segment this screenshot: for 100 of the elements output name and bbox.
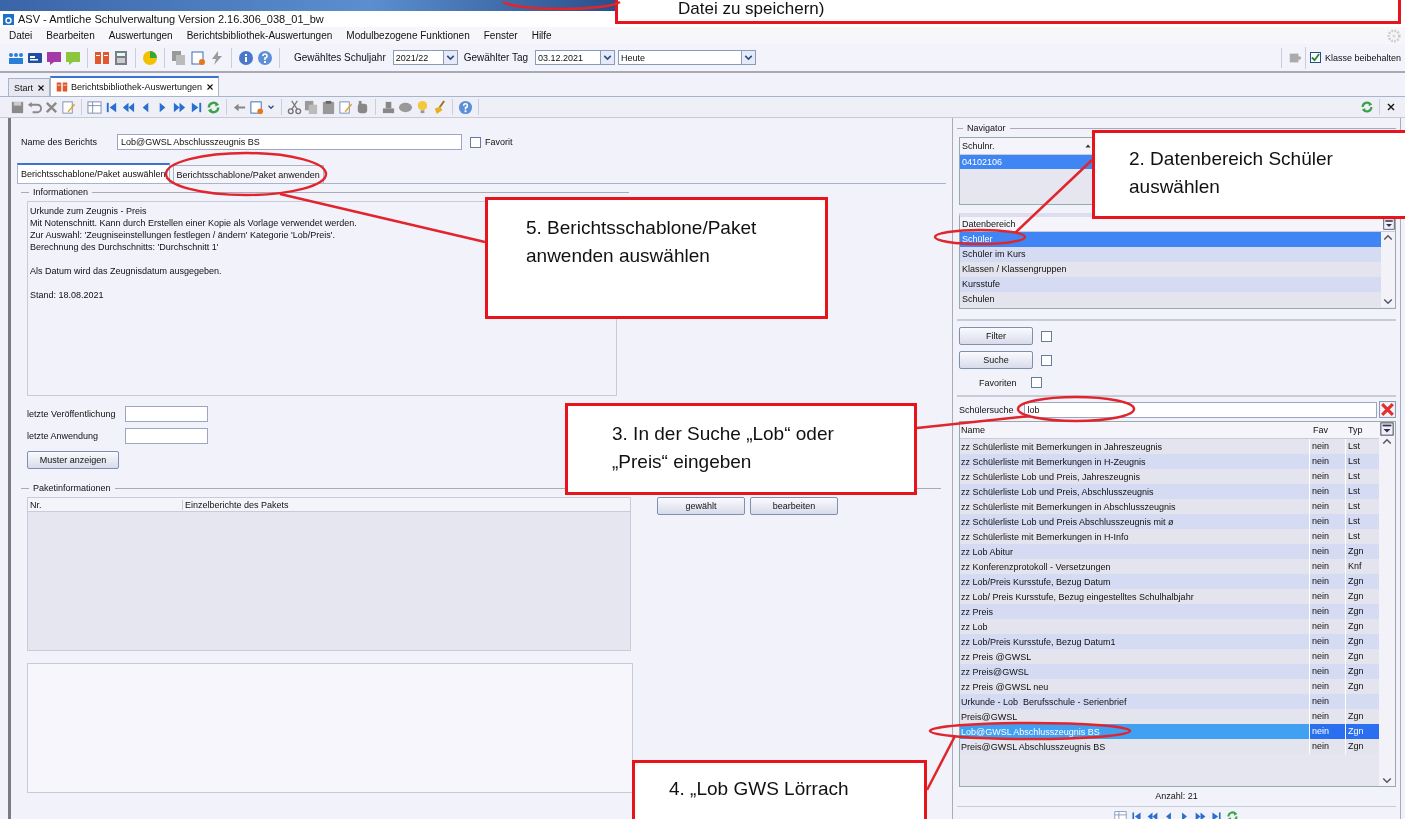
table-row[interactable]: zz Preis nein Zgn	[960, 604, 1379, 619]
help-icon[interactable]	[458, 99, 473, 115]
menu-item[interactable]: Berichtsbibliothek-Auswertungen	[186, 30, 333, 41]
group-title: Navigator	[967, 123, 1006, 133]
action-button[interactable]: gewählt	[657, 497, 745, 515]
lightning-icon[interactable]	[209, 49, 225, 66]
clipboard-icon[interactable]	[321, 99, 336, 115]
edit-icon[interactable]	[61, 99, 76, 115]
table-cell: nein	[1309, 724, 1345, 739]
broom-icon[interactable]	[432, 99, 447, 115]
table-row[interactable]: Urkunde - Lob Berufsschule - Serienbrief nein	[960, 694, 1379, 709]
checkbox[interactable]	[1309, 52, 1321, 63]
menu-item[interactable]: Auswertungen	[108, 30, 173, 41]
table-row[interactable]: zz Lob/Preis Kursstufe, Bezug Datum nein Zgn	[960, 574, 1379, 589]
report-name-field[interactable]: Lob@GWSL Abschlusszeugnis BS	[117, 134, 462, 150]
undo-icon[interactable]	[27, 99, 42, 115]
help-icon[interactable]	[257, 49, 273, 66]
table-cell: Preis@GWSL Abschlusszeugnis BS	[960, 741, 1106, 752]
table-row[interactable]: zz Schülerliste Lob und Preis Abschlusszeugnis mit ø nein Lst	[960, 514, 1379, 529]
toolbar-label: Gewählter Tag	[463, 52, 528, 63]
checkbox[interactable]	[470, 136, 481, 148]
bulb-icon[interactable]	[415, 99, 430, 115]
document-icon[interactable]	[190, 49, 206, 66]
table-row[interactable]: zz Schülerliste mit Bemerkungen in H-Zeugnis nein Lst	[960, 454, 1379, 469]
list-item[interactable]: Kursstufe	[960, 277, 1381, 292]
table-icon[interactable]	[87, 99, 102, 115]
show-sample-button[interactable]: Muster anzeigen	[27, 451, 119, 469]
close-icon[interactable]	[1385, 101, 1397, 113]
refresh-icon[interactable]	[206, 99, 221, 115]
table-cell: zz Preis	[960, 606, 993, 617]
columns-icon[interactable]	[1383, 218, 1395, 230]
table-row[interactable]: zz Preis@GWSL nein Zgn	[960, 664, 1379, 679]
tab[interactable]: Berichtsschablone/Paket auswählen	[17, 163, 170, 183]
table-cell: zz Schülerliste Lob und Preis, Jahreszeugnis	[960, 471, 1141, 482]
save-icon[interactable]	[10, 99, 25, 115]
year-dropdown[interactable]: 2021/22	[392, 50, 458, 65]
filter-button[interactable]: Filter	[959, 327, 1033, 345]
column-header: Datenbereich	[962, 219, 1016, 229]
edit-icon[interactable]	[338, 99, 353, 115]
table-cell: zz Schülerliste mit Bemerkungen in H-Info	[960, 531, 1129, 542]
pie-chart-icon[interactable]	[142, 49, 158, 66]
close-icon[interactable]	[205, 82, 216, 92]
view-dropdown[interactable]: Heute	[618, 50, 756, 65]
list-item[interactable]: Schüler	[960, 232, 1381, 247]
toolbar-label: Gewähltes Schuljahr	[294, 52, 386, 63]
menu-item[interactable]: Hilfe	[531, 30, 552, 41]
columns-icon[interactable]	[1380, 422, 1394, 436]
menu-item[interactable]: Datei	[9, 30, 33, 41]
column-header: Typ	[1347, 423, 1364, 437]
table-cell: zz Schülerliste Lob und Preis, Abschlusszeugnis	[960, 486, 1154, 497]
callout-text: 2. Datenbereich Schüler auswählen	[1129, 147, 1334, 199]
list-item[interactable]: Schüler im Kurs	[960, 247, 1381, 262]
table-row[interactable]: Lob@GWSL Abschlusszeugnis BS nein Zgn	[960, 724, 1379, 739]
tab[interactable]: Berichtsbibliothek-Auswertungen	[50, 76, 220, 96]
book-icon	[56, 81, 68, 93]
book-icon[interactable]	[94, 49, 110, 66]
menu-item[interactable]: Fenster	[483, 30, 518, 41]
refresh-icon[interactable]	[1360, 100, 1374, 114]
copy-icon[interactable]	[171, 49, 187, 66]
field-label: Schülersuche	[959, 404, 1014, 415]
stamp-icon[interactable]	[381, 99, 396, 115]
checkbox[interactable]	[1030, 377, 1042, 388]
search-button[interactable]: Suche	[959, 351, 1033, 369]
table-cell: zz Preis@GWSL	[960, 666, 1029, 677]
close-icon[interactable]	[36, 82, 46, 93]
table-row[interactable]: zz Lob/Preis Kursstufe, Bezug Datum1 nein Zgn	[960, 634, 1379, 649]
scissors-icon[interactable]	[287, 99, 302, 115]
clear-icon[interactable]	[1379, 401, 1396, 418]
leader-line	[925, 735, 957, 791]
checkbox[interactable]	[1041, 354, 1052, 366]
callout-text: Datei zu speichern)	[678, 0, 826, 19]
sort-icon[interactable]	[1084, 142, 1092, 150]
action-button[interactable]: bearbeiten	[750, 497, 838, 515]
tab[interactable]: Start	[8, 78, 50, 96]
date-field[interactable]: 03.12.2021	[535, 50, 615, 65]
calculator-icon[interactable]	[113, 49, 129, 66]
column-header: Einzelberichte des Pakets	[182, 499, 630, 510]
caret-icon	[600, 51, 614, 64]
tab[interactable]: Berichtsschablone/Paket anwenden	[172, 165, 324, 183]
table-row[interactable]: zz Lob Abitur nein Zgn	[960, 544, 1379, 559]
input-field[interactable]	[125, 406, 208, 422]
table-cell: zz Schülerliste mit Bemerkungen in Abschlusszeugnis	[960, 501, 1176, 512]
caret-icon	[741, 51, 755, 64]
list-item[interactable]: 04102106	[960, 155, 1094, 169]
input-field[interactable]	[125, 428, 208, 444]
checkbox[interactable]	[1041, 330, 1052, 342]
hand-icon[interactable]	[355, 99, 370, 115]
delete-icon[interactable]	[44, 99, 59, 115]
menu-item[interactable]: Modulbezogene Funktionen	[346, 30, 470, 41]
menu-item[interactable]: Bearbeiten	[46, 30, 95, 41]
callout-text: 3. In der Suche „Lob“ oder „Preis“ eingeben	[612, 422, 835, 474]
info-text: Als Datum wird das Zeugnisdatum ausgegeben.	[30, 265, 222, 277]
copy-icon[interactable]	[304, 99, 319, 115]
chat-icon[interactable]	[46, 49, 62, 66]
table-cell: Urkunde - Lob Berufsschule - Serienbrief	[960, 696, 1127, 707]
document-icon[interactable]	[249, 99, 264, 115]
table-row[interactable]: zz Schülerliste Lob und Preis, Abschlusszeugnis nein Lst	[960, 484, 1379, 499]
search-field[interactable]: lob	[1023, 401, 1377, 418]
info-icon[interactable]	[238, 49, 254, 66]
table-cell: zz Schülerliste mit Bemerkungen in H-Zeugnis	[960, 456, 1146, 467]
